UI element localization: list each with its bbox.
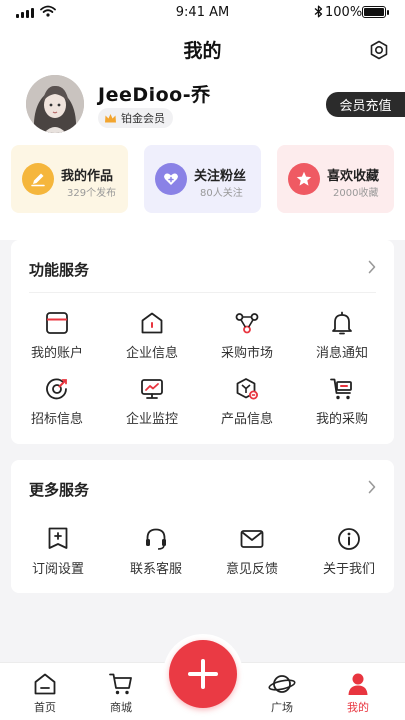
stat-card-favorites[interactable]: 喜欢收藏 2000收藏 — [277, 145, 394, 213]
tab-mall[interactable]: 商城 — [91, 671, 151, 715]
status-bar: 9:41 AM 100% — [0, 0, 405, 26]
tab-mine[interactable]: 我的 — [328, 671, 388, 715]
gear-icon[interactable] — [367, 38, 391, 62]
function-services-panel: 功能服务 我的账户 企业信息 采购市场 消息通知 招标信息 企业监控 产品信息 … — [11, 240, 394, 444]
chevron-right-icon[interactable] — [368, 260, 376, 274]
bookmark-plus-icon — [48, 527, 68, 549]
pen-edit-icon — [22, 163, 54, 195]
service-product-info[interactable]: 产品信息 — [202, 376, 292, 427]
service-notifications[interactable]: 消息通知 — [297, 310, 387, 361]
star-icon — [288, 163, 320, 195]
service-my-account[interactable]: 我的账户 — [12, 310, 102, 361]
cart-icon — [109, 673, 132, 695]
more-services-panel: 更多服务 订阅设置 联系客服 意见反馈 关于我们 — [11, 460, 394, 593]
info-icon — [338, 528, 360, 550]
bid-target-icon — [46, 378, 67, 400]
service-purchase-market[interactable]: 采购市场 — [202, 310, 292, 361]
more-services-title: 更多服务 — [29, 481, 90, 499]
bell-icon — [332, 311, 352, 335]
user-icon — [348, 673, 368, 695]
stat-card-works[interactable]: 我的作品 329个发布 — [11, 145, 128, 213]
monitor-chart-icon — [141, 379, 163, 399]
plus-icon — [188, 659, 218, 689]
stat-card-fans[interactable]: 关注粉丝 80人关注 — [144, 145, 261, 213]
bluetooth-icon — [314, 5, 323, 18]
wallet-icon — [46, 312, 68, 334]
crown-icon — [105, 113, 116, 122]
divider — [29, 292, 376, 293]
username: JeeDioo-乔 — [98, 84, 211, 106]
mail-icon — [240, 530, 264, 548]
service-company-info[interactable]: 企业信息 — [107, 310, 197, 361]
battery-icon — [362, 6, 389, 18]
vip-recharge-button[interactable]: 会员充值 — [326, 92, 405, 117]
product-box-icon — [236, 378, 258, 400]
service-feedback[interactable]: 意见反馈 — [207, 526, 297, 577]
shopping-cart-icon — [330, 378, 352, 400]
member-badge-label: 铂金会员 — [121, 112, 165, 125]
battery-percent: 100% — [325, 5, 363, 20]
avatar[interactable] — [26, 75, 84, 133]
chevron-right-icon[interactable] — [368, 480, 376, 494]
company-home-icon — [141, 312, 163, 334]
service-subscription-settings[interactable]: 订阅设置 — [13, 526, 103, 577]
home-icon — [34, 673, 56, 695]
market-nodes-icon — [235, 313, 259, 334]
headset-icon — [146, 528, 166, 550]
planet-icon — [268, 675, 296, 693]
page-title: 我的 — [183, 40, 222, 62]
service-about-us[interactable]: 关于我们 — [304, 526, 394, 577]
add-button[interactable] — [169, 640, 237, 708]
service-my-purchases[interactable]: 我的采购 — [297, 376, 387, 427]
service-customer-support[interactable]: 联系客服 — [111, 526, 201, 577]
service-bid-info[interactable]: 招标信息 — [12, 376, 102, 427]
tab-square[interactable]: 广场 — [252, 671, 312, 715]
member-badge: 铂金会员 — [98, 108, 173, 128]
function-services-title: 功能服务 — [29, 261, 90, 279]
tab-home[interactable]: 首页 — [15, 671, 75, 715]
service-company-monitor[interactable]: 企业监控 — [107, 376, 197, 427]
heart-plus-icon — [155, 163, 187, 195]
